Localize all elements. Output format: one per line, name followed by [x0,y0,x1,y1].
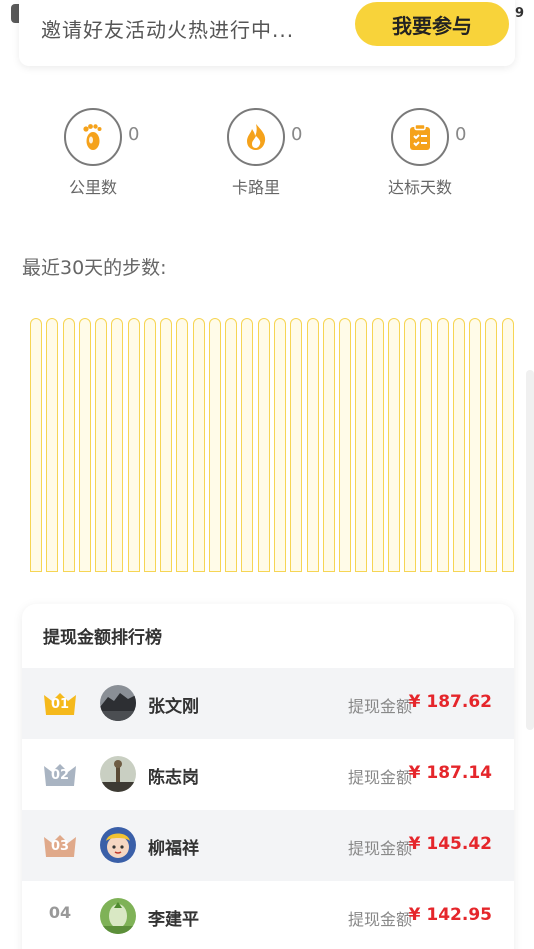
ranking-title: 提现金额排行榜 [43,628,162,648]
step-bar [355,318,368,572]
withdrawal-amount: ¥ 187.62 [408,692,492,712]
rank-number: 04 [48,903,72,922]
step-bar [176,318,189,572]
step-bar [436,318,449,572]
step-bar [127,318,140,572]
step-bar [208,318,221,572]
withdrawal-amount: ¥ 142.95 [408,905,492,925]
user-name: 陈志岗 [148,768,199,788]
step-bar [225,318,238,572]
step-bar [192,318,205,572]
step-bar [371,318,384,572]
step-bar [485,318,498,572]
bronze-crown-icon: 03 [42,833,78,859]
step-bar [501,318,514,572]
stat-kilometers: 0 公里数 [64,108,184,198]
ranking-row[interactable]: 02 陈志岗 提现金额 ¥ 187.14 [22,739,514,810]
step-bar [306,318,319,572]
ranking-row[interactable]: 04 李建平 提现金额 ¥ 142.95 [22,881,514,949]
step-bar [322,318,335,572]
user-name: 柳福祥 [148,839,199,859]
withdrawal-amount: ¥ 145.42 [408,834,492,854]
withdrawal-ranking-card: 提现金额排行榜 01 张文刚 提现金额 ¥ 187.62 02 陈志岗 提现金额… [22,604,514,949]
stat-goal-days: 0 达标天数 [388,108,511,198]
stat-label: 公里数 [68,178,117,197]
silver-crown-icon: 02 [42,762,78,788]
ranking-row[interactable]: 03 柳福祥 提现金额 ¥ 145.42 [22,810,514,881]
amount-label: 提现金额 [347,910,412,929]
checklist-icon [410,123,430,150]
step-bar [387,318,400,572]
stat-label: 达标天数 [387,178,452,197]
stat-calories: 0 卡路里 [227,108,347,198]
avatar [100,685,136,721]
withdrawal-amount: ¥ 187.14 [408,763,492,783]
rank-number: 01 [50,696,70,712]
ranking-row[interactable]: 01 张文刚 提现金额 ¥ 187.62 [22,668,514,739]
step-bar [339,318,352,572]
step-bar [30,318,42,572]
invite-banner: 邀请好友活动火热进行中... 我要参与 [19,0,515,66]
avatar [100,756,136,792]
stat-value: 0 [455,124,467,145]
step-bar [420,318,433,572]
stat-value: 0 [128,124,140,145]
flame-icon [247,124,266,150]
step-bar [46,318,59,572]
stats-row: 0 公里数 0 卡路里 0 达标天数 [0,108,534,198]
chart-title: 最近30天的步数: [22,257,167,279]
join-button[interactable]: 我要参与 [355,2,509,46]
step-bar [111,318,124,572]
avatar [100,898,136,934]
step-bar [290,318,303,572]
stat-label: 卡路里 [231,178,280,197]
user-name: 张文刚 [148,697,199,717]
steps-chart [30,318,518,572]
user-name: 李建平 [148,910,199,930]
step-bar [62,318,75,572]
amount-label: 提现金额 [347,839,412,858]
step-bar [160,318,173,572]
step-bar [241,318,254,572]
step-bar [78,318,91,572]
step-bar [143,318,156,572]
invite-text: 邀请好友活动火热进行中... [41,18,295,42]
gold-crown-icon: 01 [42,691,78,717]
step-bar [257,318,270,572]
step-bar [452,318,465,572]
step-bar [404,318,417,572]
rank-number: 02 [50,767,70,783]
scrollbar[interactable] [526,370,534,730]
stat-value: 0 [291,124,303,145]
footprint-icon [83,124,102,150]
amount-label: 提现金额 [347,697,412,716]
avatar [100,827,136,863]
step-bar [469,318,482,572]
step-bar [274,318,286,572]
step-bar [95,318,108,572]
amount-label: 提现金额 [347,768,412,787]
rank-number: 03 [50,838,70,854]
